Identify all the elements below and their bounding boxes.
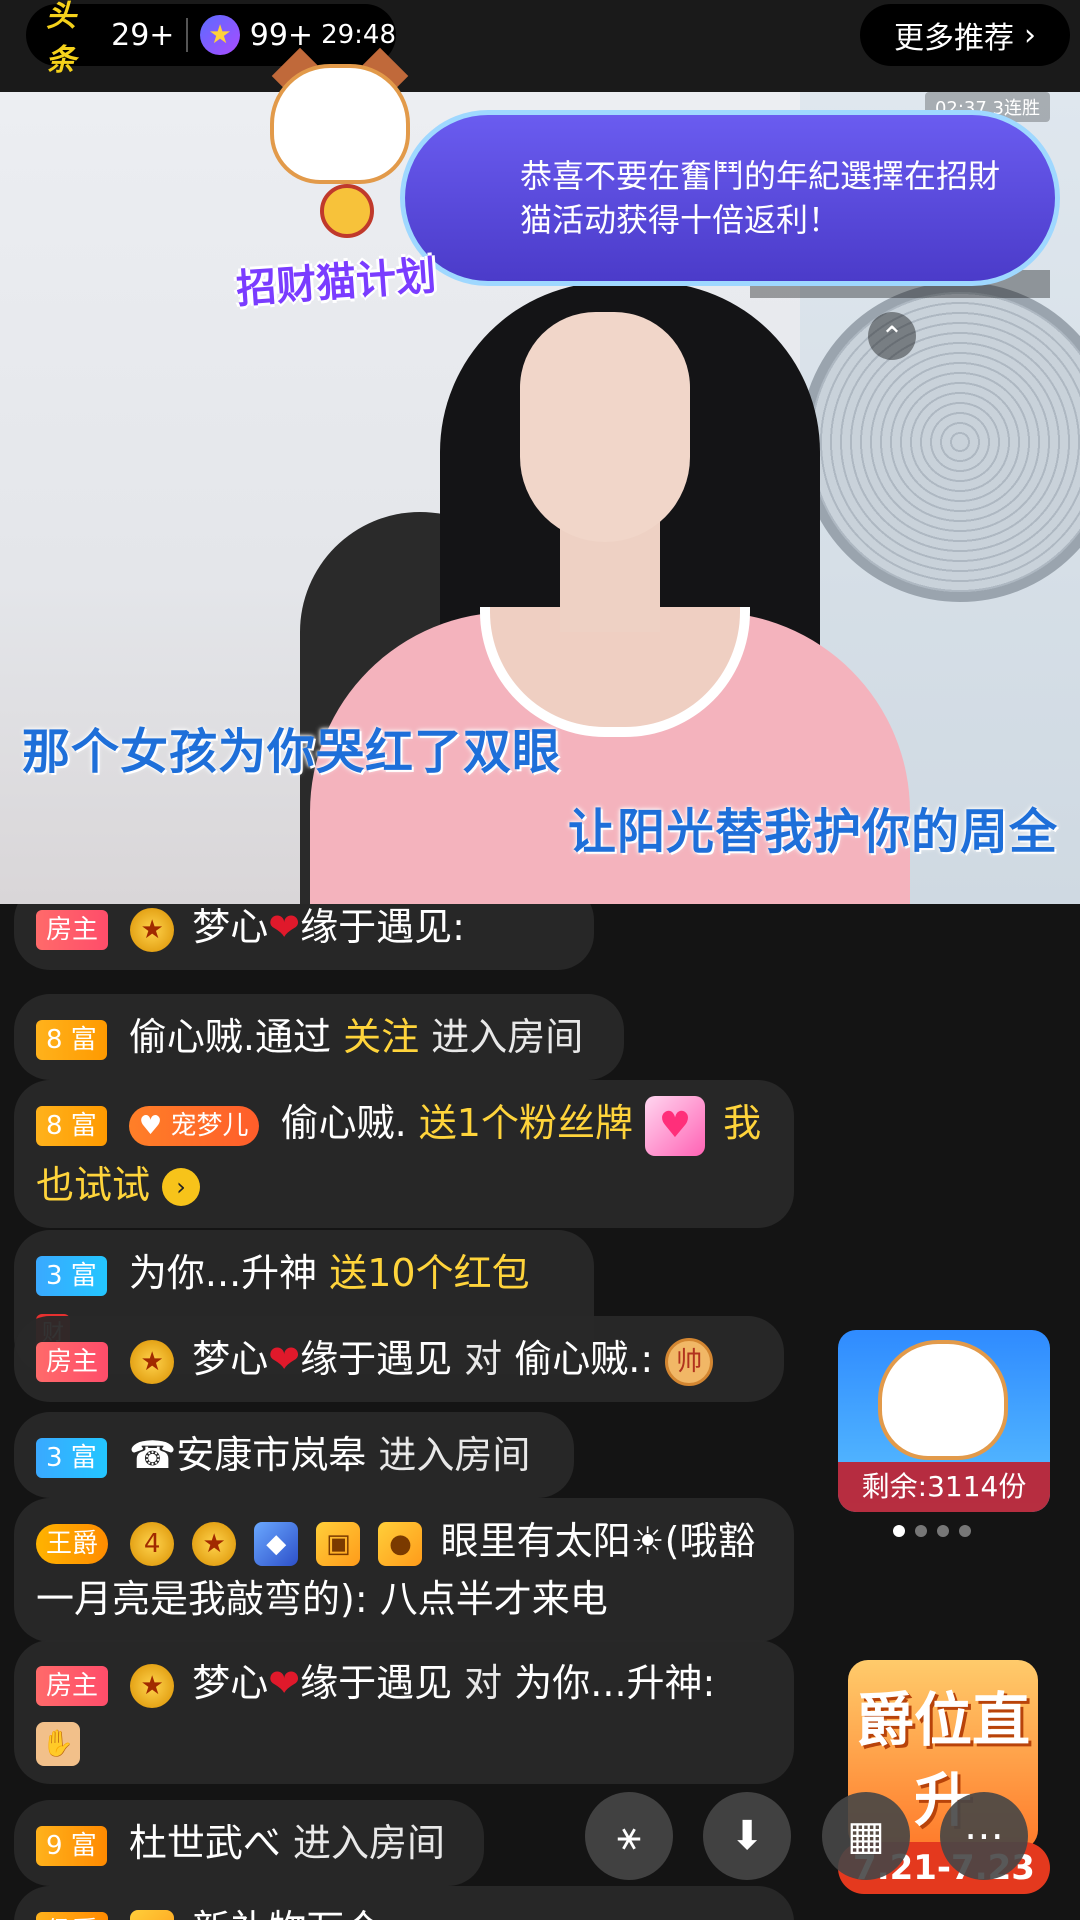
carousel-dot (937, 1525, 949, 1537)
noble-badge: 侯爵 (36, 1911, 109, 1920)
chat-message: 房主 ★ 梦心❤缘于遇见 对 为你...升神: ✋ (14, 1640, 794, 1784)
target-username[interactable]: 为你...升神: (514, 1661, 715, 1705)
vip-icon: ● (378, 1521, 423, 1566)
system-text: 进入房间 (378, 1433, 531, 1477)
chat-message: 王爵 4 ★ ◆ ▣ ● 眼里有太阳☀(哦豁一月亮是我敲弯的): 八点半才来电 (14, 1498, 794, 1642)
more-icon: ⋯ (964, 1813, 1004, 1859)
message-text: 八点半才来电 (379, 1577, 608, 1621)
chevron-right-icon[interactable]: › (162, 1168, 201, 1206)
remaining-count: 剩余:3114份 (838, 1462, 1050, 1512)
chat-message: 8 富 ♥ 宠梦儿 偷心贼. 送1个粉丝牌 ♥ 我也试试 › (14, 1080, 794, 1228)
heart-icon: ♥ (138, 1110, 163, 1141)
system-text: 进入房间 (293, 1821, 446, 1865)
username[interactable]: 缘于遇见 (300, 1337, 452, 1381)
username[interactable]: ☎安康市岚皋 (129, 1433, 366, 1477)
share-button[interactable]: ⚹ (585, 1792, 673, 1880)
carousel-dots (893, 1525, 971, 1537)
more-recommend-label: 更多推荐 (894, 21, 1014, 56)
host-badge: 房主 (36, 1665, 109, 1706)
timer: 29:48 (321, 20, 396, 50)
heart-icon: ❤ (268, 1337, 301, 1381)
heart-icon: ❤ (268, 905, 301, 949)
gift-action: 送1个粉丝牌 (418, 1101, 633, 1145)
chat-message: 9 富 杜世武べ 进入房间 (14, 1800, 484, 1886)
heart-icon: ❤ (268, 1661, 301, 1705)
host-badge: 房主 (36, 1341, 109, 1382)
noble-badge: 王爵 (36, 1523, 109, 1564)
gift-box-icon: ▣ (316, 1521, 361, 1566)
host-badge: 房主 (36, 909, 109, 950)
wealth-badge: 8 富 (36, 1105, 107, 1146)
message-text: 新礼物万众一 (192, 1907, 420, 1920)
status-pill[interactable]: 头条 29+ ★ 99+ 29:48 (26, 0, 396, 78)
chevron-right-icon: › (1024, 17, 1036, 53)
lucky-cat-icon (250, 47, 430, 238)
wealth-badge: 3 富 (36, 1437, 107, 1478)
streamer-face (520, 312, 690, 542)
level-icon: 4 (130, 1521, 175, 1566)
promo-banner[interactable]: 恭喜不要在奮鬥的年紀選擇在招財猫活动获得十倍返利！ (400, 110, 1060, 286)
more-recommend-button[interactable]: 更多推荐 › (860, 4, 1070, 66)
action-text: 关注 (343, 1015, 420, 1059)
carousel-dot (959, 1525, 971, 1537)
divider (186, 18, 189, 52)
fan-club-badge: ♥ 宠梦儿 (128, 1105, 259, 1146)
toutiao-logo: 头条 (46, 0, 76, 78)
medal-icon: ★ (130, 907, 175, 952)
carousel-dot (893, 1525, 905, 1537)
fan-club-name: 宠梦儿 (170, 1110, 249, 1141)
top-bar: 头条 29+ ★ 99+ 29:48 更多推荐 › (0, 0, 1080, 92)
chess-piece-icon: 帅 (665, 1337, 714, 1386)
medal-icon: ★ (130, 1663, 175, 1708)
guard-icon: ◆ (254, 1521, 299, 1566)
chat-message: 8 富 偷心贼.通过 关注 进入房间 (14, 994, 624, 1080)
username[interactable]: 为你...升神 (129, 1251, 317, 1295)
fan-badge-gift-icon: ♥ (645, 1095, 706, 1156)
lyric-subtitle-1: 那个女孩为你哭红了双眼 (22, 724, 562, 780)
chat-message: 房主 ★ 梦心❤缘于遇见: (14, 904, 594, 970)
username[interactable]: 缘于遇见: (300, 905, 465, 949)
grid-menu-button[interactable]: ▦ (822, 1792, 910, 1880)
download-button[interactable]: ⬇ (703, 1792, 791, 1880)
lucky-cat-icon (878, 1340, 1008, 1460)
username[interactable]: 杜世武べ (129, 1821, 281, 1865)
system-text: 进入房间 (431, 1015, 584, 1059)
username[interactable]: 梦心 (192, 905, 268, 949)
username[interactable]: 偷心贼. (281, 1101, 407, 1145)
lucky-cat-activity-card[interactable]: 剩余:3114份 (838, 1330, 1050, 1512)
collapse-icon[interactable]: ⌃ (868, 312, 916, 360)
thumbs-icon: ✋ (36, 1721, 80, 1766)
username[interactable]: 梦心 (192, 1337, 268, 1381)
wealth-badge: 8 富 (36, 1019, 107, 1060)
chat-message: 3 富 ☎安康市岚皋 进入房间 (14, 1412, 574, 1498)
username[interactable]: 缘于遇见 (300, 1661, 452, 1705)
username[interactable]: 偷心贼.通过 (129, 1015, 331, 1059)
target-username[interactable]: 偷心贼.: (514, 1337, 653, 1381)
share-icon: ⚹ (617, 1813, 641, 1859)
carousel-dot (915, 1525, 927, 1537)
chat-message: 侯爵 ▣ 新礼物万众一 (14, 1886, 794, 1920)
promo-text: 恭喜不要在奮鬥的年紀選擇在招財猫活动获得十倍返利！ (520, 157, 1001, 239)
gift-box-icon: ▣ (130, 1909, 175, 1920)
username[interactable]: 梦心 (192, 1661, 268, 1705)
lyric-subtitle-2: 让阳光替我护你的周全 (567, 804, 1058, 860)
notification-count: 29+ (111, 17, 175, 53)
star-icon: ★ (200, 15, 240, 55)
medal-icon: ★ (130, 1339, 175, 1384)
gift-action: 送10个红包 (329, 1251, 530, 1295)
to-text: 对 (464, 1337, 503, 1381)
chat-message: 房主 ★ 梦心❤缘于遇见 对 偷心贼.: 帅 (14, 1316, 784, 1402)
grid-icon: ▦ (847, 1813, 885, 1859)
more-button[interactable]: ⋯ (940, 1792, 1028, 1880)
star-count: 99+ (249, 17, 314, 53)
download-icon: ⬇ (730, 1813, 764, 1859)
to-text: 对 (464, 1661, 503, 1705)
wealth-badge: 9 富 (36, 1825, 107, 1866)
wealth-badge: 3 富 (36, 1255, 107, 1296)
medal-icon: ★ (192, 1521, 237, 1566)
chat-list[interactable]: 房主 ★ 梦心❤缘于遇见: 8 富 偷心贼.通过 关注 进入房间 8 富 ♥ 宠… (0, 904, 820, 1920)
